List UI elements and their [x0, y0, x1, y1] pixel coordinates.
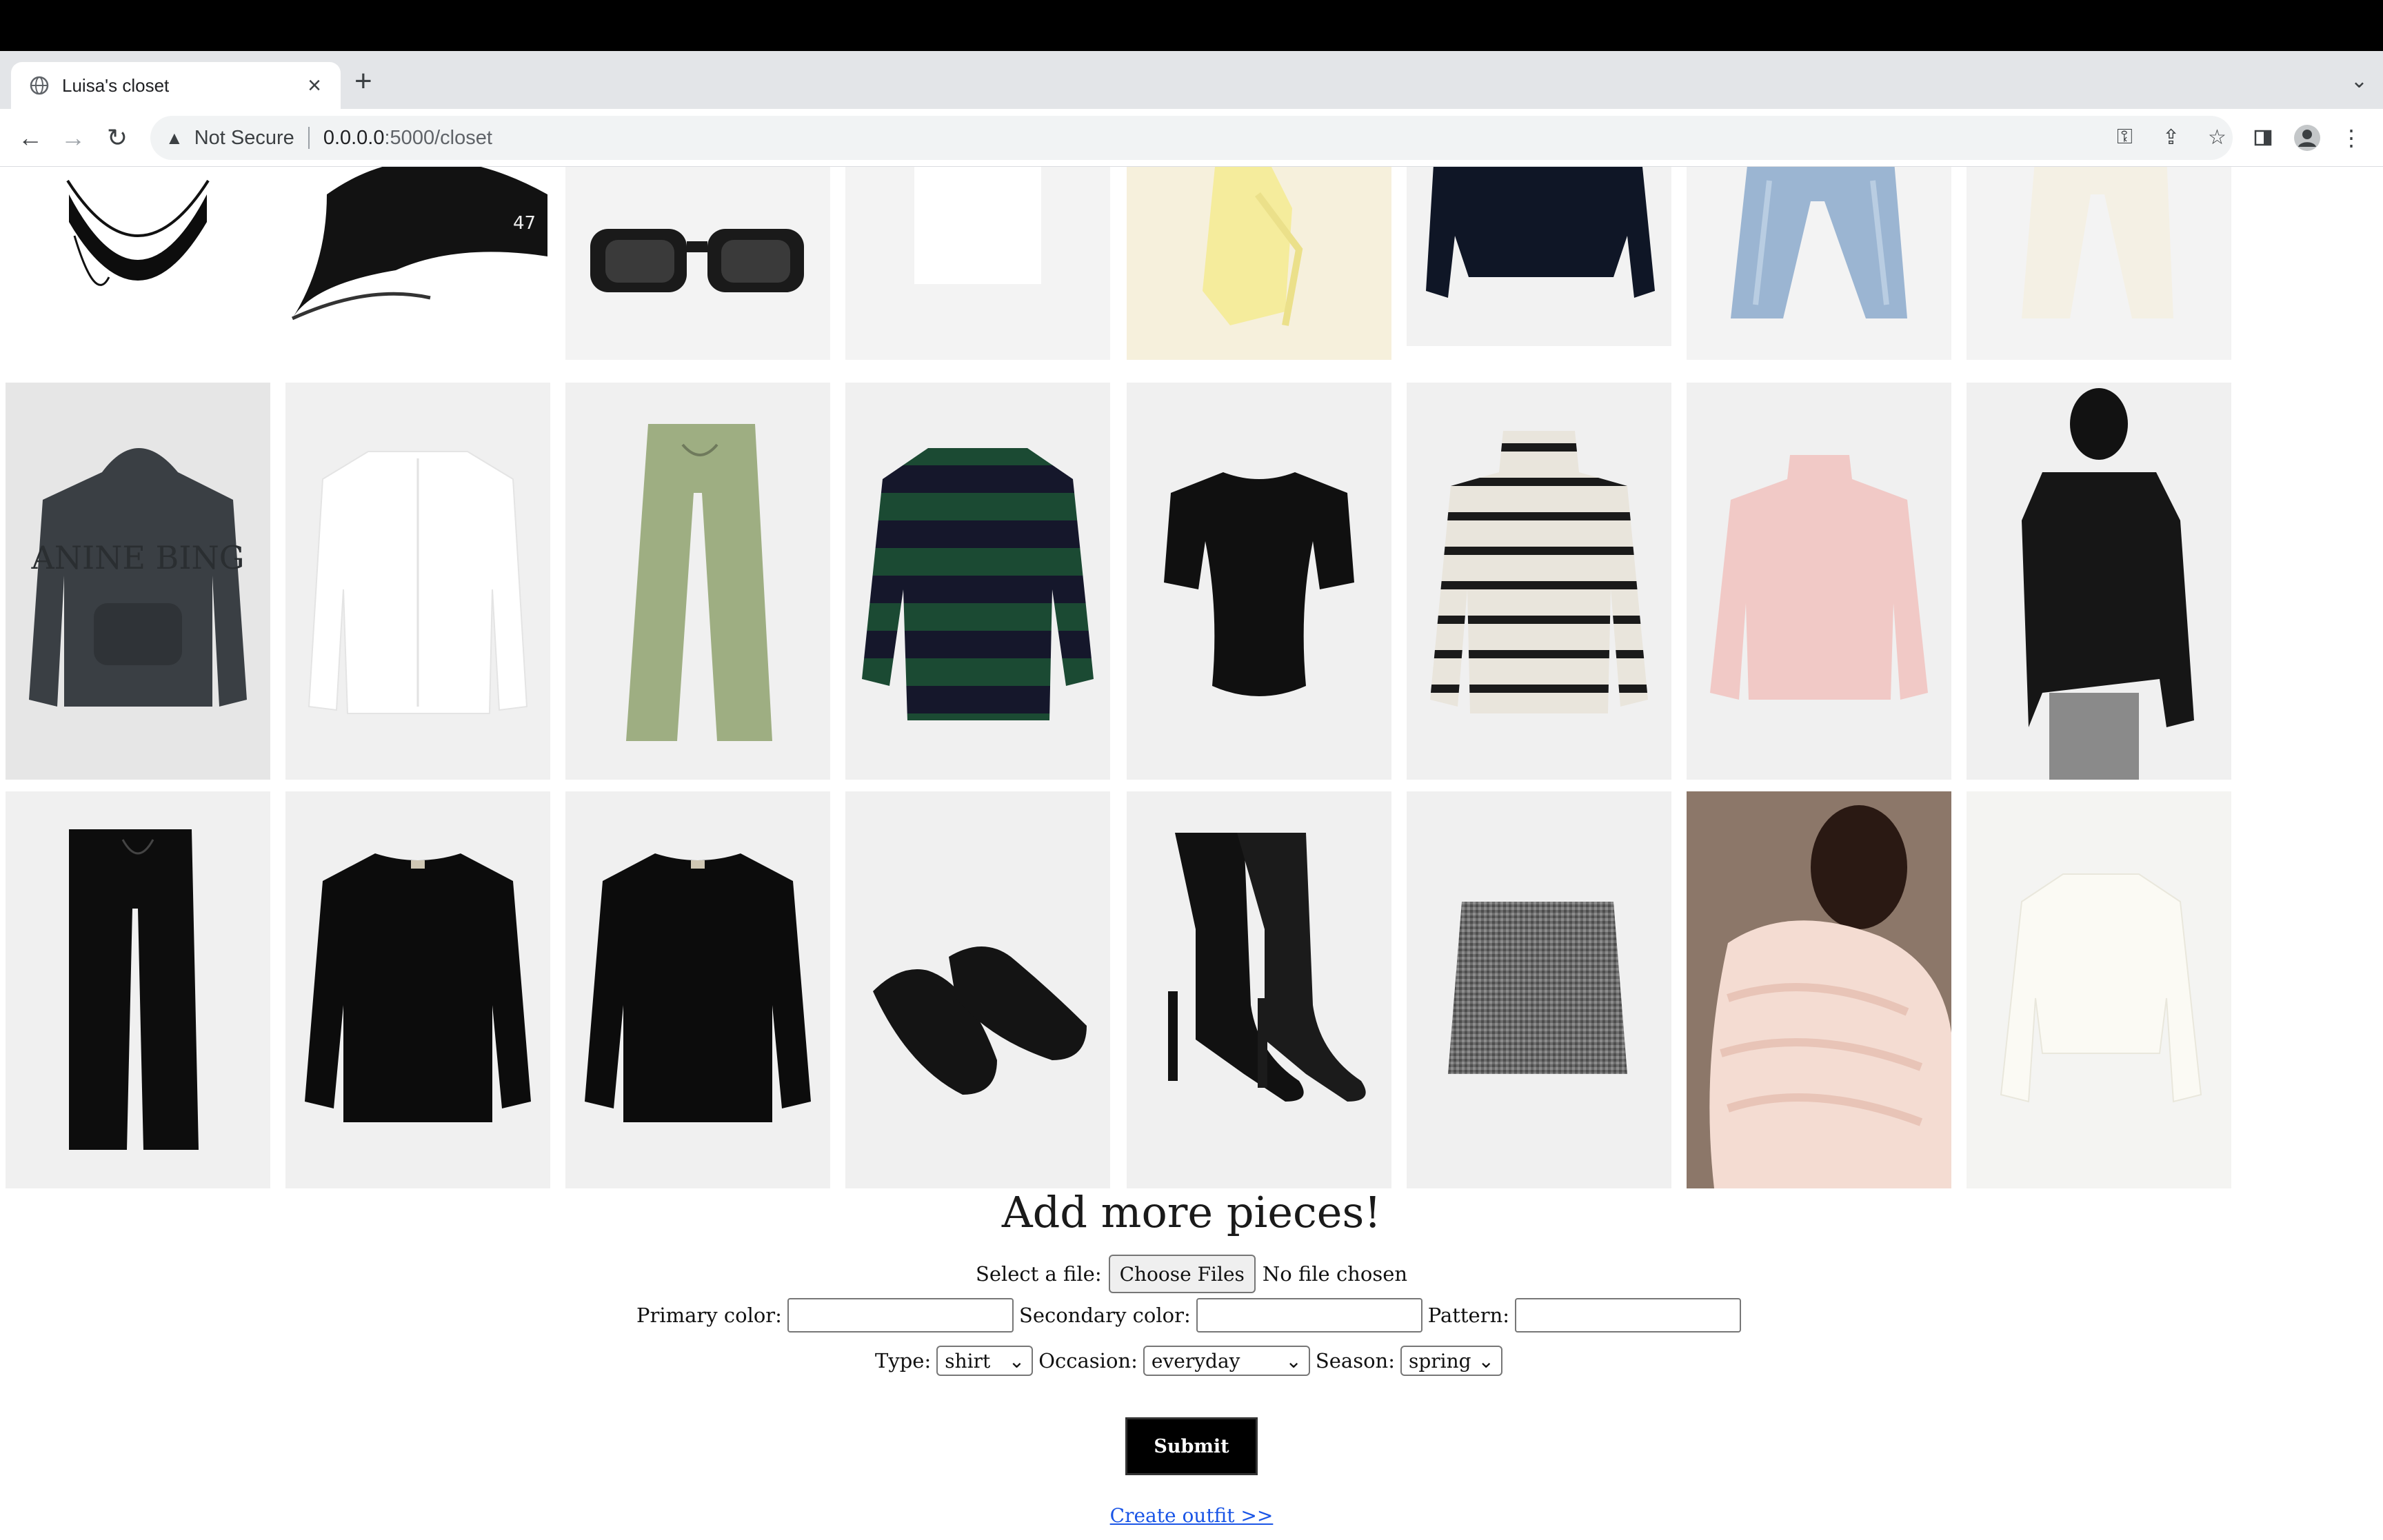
choose-files-button[interactable]: Choose Files: [1108, 1255, 1256, 1293]
type-select[interactable]: shirt ⌄: [936, 1346, 1034, 1376]
closet-item-navy-sweater[interactable]: [1407, 167, 1671, 346]
tab-search-chevron-icon[interactable]: ⌄: [2351, 69, 2368, 93]
primary-color-label: Primary color:: [636, 1304, 782, 1327]
profile-avatar-icon[interactable]: [2291, 121, 2324, 154]
browser-toolbar: ← → ↻ ▲ Not Secure 0.0.0.0 :5000/closet …: [0, 109, 2383, 167]
back-icon[interactable]: ←: [14, 121, 47, 154]
closet-item-sunglasses[interactable]: [565, 167, 830, 360]
closet-item-tweed-skirt[interactable]: [1407, 791, 1671, 1188]
closet-item-leather-jacket[interactable]: [1967, 383, 2231, 780]
closet-item-black-tee[interactable]: [1127, 383, 1391, 780]
secondary-color-input[interactable]: [1196, 1298, 1422, 1333]
closet-item-white-shirt[interactable]: [285, 383, 550, 780]
season-select[interactable]: spring ⌄: [1400, 1346, 1502, 1376]
globe-icon: [29, 75, 50, 96]
occasion-label: Occasion:: [1038, 1349, 1138, 1372]
page-viewport: 47 ANINE BING Add more pieces! Select a …: [0, 167, 2383, 1540]
closet-item-satin-blouse[interactable]: [1967, 791, 2231, 1188]
forward-icon[interactable]: →: [57, 121, 90, 154]
chevron-down-icon: ⌄: [1008, 1349, 1025, 1372]
closet-item-hoodie[interactable]: ANINE BING: [6, 383, 270, 780]
closet-item-black-sweater-1[interactable]: [285, 791, 550, 1188]
chevron-down-icon: ⌄: [1478, 1349, 1494, 1372]
url-host: 0.0.0.0: [323, 126, 385, 149]
key-icon[interactable]: ⚿: [2117, 125, 2133, 149]
close-tab-icon[interactable]: ×: [302, 73, 327, 98]
system-top-bar: [0, 0, 2383, 51]
season-label: Season:: [1315, 1349, 1395, 1372]
closet-item-white-top[interactable]: [845, 167, 1110, 360]
closet-item-heeled-boots[interactable]: [1127, 791, 1391, 1188]
closet-item-cap[interactable]: 47: [285, 167, 550, 360]
occasion-selected-value: everyday: [1151, 1349, 1240, 1372]
closet-item-black-sweater-2[interactable]: [565, 791, 830, 1188]
closet-item-striped-turtleneck[interactable]: [1407, 383, 1671, 780]
primary-color-input[interactable]: [787, 1298, 1014, 1333]
kebab-menu-icon[interactable]: ⋮: [2335, 121, 2368, 154]
closet-item-ballet-flats[interactable]: [845, 791, 1110, 1188]
pattern-input[interactable]: [1515, 1298, 1742, 1333]
closet-item-pink-sweater[interactable]: [1687, 383, 1951, 780]
create-outfit-link[interactable]: Create outfit >>: [0, 1504, 2383, 1527]
divider: [308, 127, 310, 149]
closet-item-bag[interactable]: [6, 167, 270, 360]
file-label: Select a file:: [975, 1262, 1102, 1286]
warning-icon: ▲: [165, 127, 183, 148]
closet-item-black-knit-pants[interactable]: [6, 791, 270, 1188]
share-icon[interactable]: ⇪: [2162, 125, 2180, 150]
file-status: No file chosen: [1262, 1262, 1408, 1286]
security-label: Not Secure: [194, 126, 294, 149]
address-bar[interactable]: ▲ Not Secure 0.0.0.0 :5000/closet ⚿ ⇪ ☆: [150, 116, 2233, 160]
closet-item-striped-sweater[interactable]: [845, 383, 1110, 780]
type-selected-value: shirt: [945, 1349, 991, 1372]
url-path: :5000/closet: [384, 126, 492, 149]
season-selected-value: spring: [1408, 1349, 1471, 1372]
closet-item-yellow-dress[interactable]: [1127, 167, 1391, 360]
form-heading: Add more pieces!: [1001, 1187, 1382, 1237]
type-label: Type:: [875, 1349, 932, 1372]
svg-text:47: 47: [513, 213, 536, 234]
closet-item-cream-trousers[interactable]: [1967, 167, 2231, 360]
bookmark-star-icon[interactable]: ☆: [2208, 125, 2226, 150]
side-panel-icon[interactable]: [2246, 121, 2280, 154]
pattern-label: Pattern:: [1427, 1304, 1510, 1327]
submit-button[interactable]: Submit: [1125, 1417, 1258, 1475]
tab-title: Luisa's closet: [62, 74, 170, 96]
closet-item-sage-pants[interactable]: [565, 383, 830, 780]
closet-item-ruffle-blouse[interactable]: [1687, 791, 1951, 1188]
secondary-color-label: Secondary color:: [1018, 1304, 1191, 1327]
reload-icon[interactable]: ↻: [101, 121, 134, 154]
svg-text:ANINE BING: ANINE BING: [30, 539, 244, 576]
browser-tab[interactable]: Luisa's closet ×: [11, 62, 341, 109]
chevron-down-icon: ⌄: [1285, 1349, 1302, 1372]
occasion-select[interactable]: everyday ⌄: [1143, 1346, 1310, 1376]
closet-item-jeans[interactable]: [1687, 167, 1951, 360]
new-tab-button[interactable]: +: [354, 66, 372, 97]
